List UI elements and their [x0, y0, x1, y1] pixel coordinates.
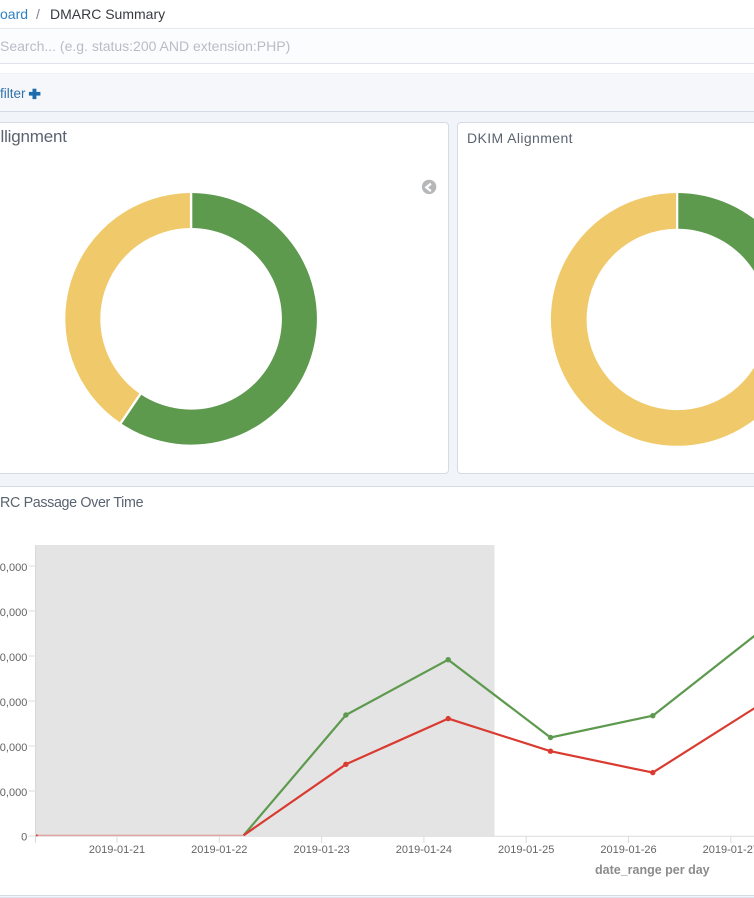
svg-text:2019-01-22: 2019-01-22	[191, 844, 247, 856]
svg-text:date_range per day: date_range per day	[595, 863, 710, 877]
svg-text:2019-01-24: 2019-01-24	[396, 844, 452, 856]
svg-text:0: 0	[21, 831, 27, 843]
svg-text:200,000: 200,000	[0, 652, 27, 664]
svg-text:2019-01-25: 2019-01-25	[498, 844, 554, 856]
svg-text:300,000: 300,000	[0, 562, 27, 574]
svg-text:150,000: 150,000	[0, 697, 27, 709]
svg-text:50,000: 50,000	[0, 787, 27, 799]
svg-text:2019-01-27: 2019-01-27	[703, 844, 754, 856]
svg-text:2019-01-21: 2019-01-21	[89, 844, 145, 856]
svg-text:2019-01-26: 2019-01-26	[600, 844, 656, 856]
svg-text:2019-01-23: 2019-01-23	[293, 844, 349, 856]
svg-text:100,000: 100,000	[0, 742, 27, 754]
svg-text:250,000: 250,000	[0, 607, 27, 619]
